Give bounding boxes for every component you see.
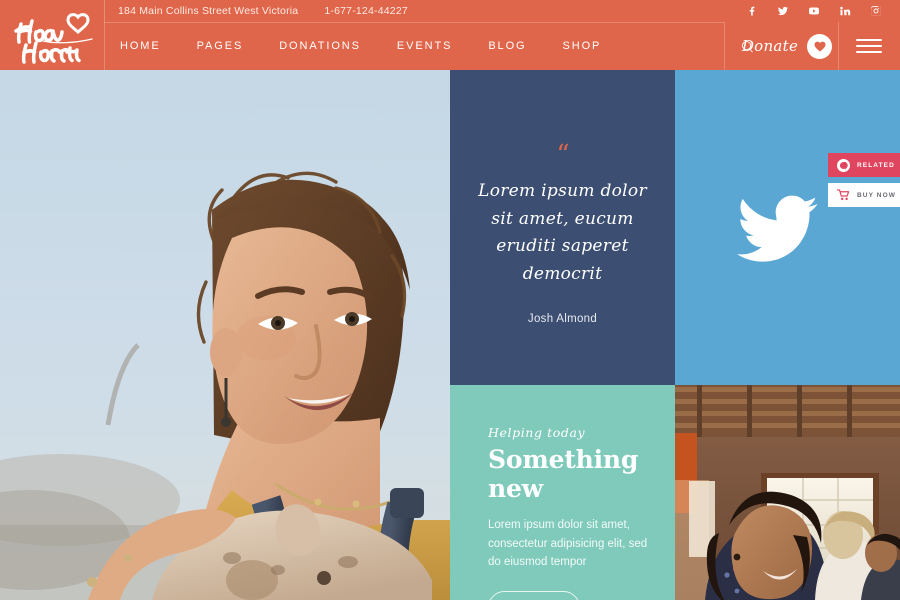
site-logo[interactable] <box>12 6 102 68</box>
related-badge[interactable]: RELATED <box>828 153 900 177</box>
twitter-panel[interactable]: RELATED BUY NOW <box>675 70 900 385</box>
nav-item-blog[interactable]: BLOG <box>488 40 526 52</box>
youtube-icon[interactable] <box>808 5 820 17</box>
nav-item-home[interactable]: HOME <box>120 40 161 52</box>
nav-item-shop[interactable]: SHOP <box>562 40 601 52</box>
contact-address: 184 Main Collins Street West Victoria <box>118 5 299 17</box>
twitter-bird-icon <box>737 195 819 265</box>
hero-photo <box>0 70 450 600</box>
top-info-bar: 184 Main Collins Street West Victoria 1-… <box>0 0 900 22</box>
site-header: 184 Main Collins Street West Victoria 1-… <box>0 0 900 70</box>
topbar-divider <box>104 0 105 22</box>
linkedin-icon[interactable] <box>839 5 851 17</box>
quote-author: Josh Almond <box>527 313 598 326</box>
facebook-icon[interactable] <box>746 5 758 17</box>
primary-navigation: HOME PAGES DONATIONS EVENTS BLOG SHOP <box>120 22 601 70</box>
buy-now-badge[interactable]: BUY NOW <box>828 183 900 207</box>
shopping-cart-icon <box>837 189 850 202</box>
nav-item-donations[interactable]: DONATIONS <box>279 40 361 52</box>
page-root: 184 Main Collins Street West Victoria 1-… <box>0 0 900 600</box>
promo-panel: Helping today Something new Lorem ipsum … <box>450 385 675 600</box>
room-photo <box>675 385 900 600</box>
quote-panel: “ Lorem ipsum dolor sit amet, eucum erud… <box>450 70 675 385</box>
header-divider-logo <box>104 22 105 70</box>
related-circle-icon <box>837 158 850 172</box>
nav-item-events[interactable]: EVENTS <box>397 40 452 52</box>
heart-icon <box>807 33 833 59</box>
instagram-icon[interactable] <box>870 5 882 17</box>
topbar-contact-info: 184 Main Collins Street West Victoria 1-… <box>118 0 408 22</box>
promo-eyebrow: Helping today <box>488 425 586 440</box>
quote-text: Lorem ipsum dolor sit amet, eucum erudit… <box>478 181 647 284</box>
buy-now-badge-label: BUY NOW <box>857 191 896 199</box>
contact-phone[interactable]: 1-677-124-44227 <box>324 5 408 17</box>
donate-button[interactable]: Donate <box>736 22 838 70</box>
hamburger-icon[interactable] <box>838 22 900 70</box>
nav-item-pages[interactable]: PAGES <box>197 40 244 52</box>
quote-mark-icon: “ <box>556 140 569 170</box>
twitter-icon[interactable] <box>777 5 789 17</box>
related-badge-label: RELATED <box>857 161 895 169</box>
promo-title: Something new <box>488 445 639 503</box>
promo-body: Lorem ipsum dolor sit amet, consectetur … <box>488 519 648 569</box>
promo-donate-button[interactable]: DONATE <box>488 590 580 600</box>
main-nav-row: HOME PAGES DONATIONS EVENTS BLOG SHOP Do… <box>0 13 900 70</box>
donate-button-label: Donate <box>741 37 799 55</box>
hero-grid: “ Lorem ipsum dolor sit amet, eucum erud… <box>0 70 900 600</box>
side-badges: RELATED BUY NOW <box>828 153 900 207</box>
social-links <box>746 0 882 22</box>
